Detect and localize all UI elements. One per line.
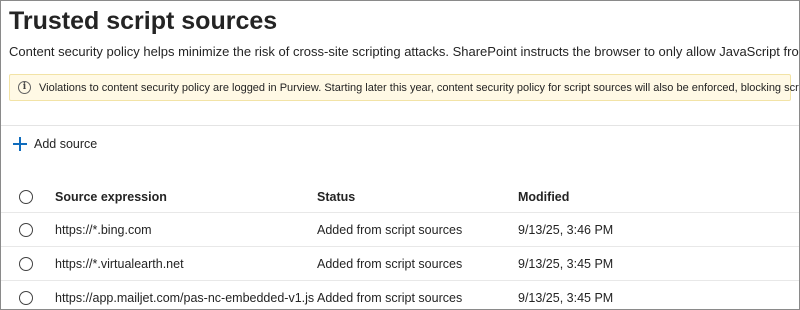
column-header-status[interactable]: Status	[317, 181, 355, 212]
row-select-radio[interactable]	[19, 222, 33, 237]
row-source: https://*.virtualearth.net	[55, 256, 184, 271]
row-status: Added from script sources	[317, 256, 463, 271]
page-title: Trusted script sources	[9, 7, 278, 35]
divider	[1, 125, 799, 126]
row-source: https://*.bing.com	[55, 222, 152, 237]
info-icon: i	[18, 81, 31, 94]
row-status: Added from script sources	[317, 222, 463, 237]
row-modified: 9/13/25, 3:45 PM	[518, 256, 614, 271]
table-row[interactable]: https://app.mailjet.com/pas-nc-embedded-…	[1, 281, 799, 309]
table-row[interactable]: https://*.virtualearth.net Added from sc…	[1, 247, 799, 281]
banner-text: Violations to content security policy ar…	[39, 81, 799, 94]
row-modified: 9/13/25, 3:46 PM	[518, 222, 614, 237]
select-all-radio[interactable]	[19, 189, 33, 204]
column-header-modified[interactable]: Modified	[518, 181, 569, 212]
column-header-source[interactable]: Source expression	[55, 181, 167, 212]
plus-icon	[13, 137, 27, 151]
add-source-label: Add source	[34, 137, 98, 151]
row-source: https://app.mailjet.com/pas-nc-embedded-…	[55, 290, 315, 305]
row-select-radio[interactable]	[19, 256, 33, 271]
row-modified: 9/13/25, 3:45 PM	[518, 290, 614, 305]
add-source-button[interactable]: Add source	[13, 135, 97, 153]
row-select-radio[interactable]	[19, 290, 33, 305]
warning-banner: i Violations to content security policy …	[9, 74, 799, 101]
table-header-row: Source expression Status Modified	[1, 181, 799, 213]
page-description: Content security policy helps minimize t…	[9, 44, 799, 59]
sources-table: Source expression Status Modified https:…	[1, 181, 799, 309]
row-status: Added from script sources	[317, 290, 463, 305]
trusted-script-sources-panel: Trusted script sources Content security …	[0, 0, 800, 310]
table-row[interactable]: https://*.bing.com Added from script sou…	[1, 213, 799, 247]
